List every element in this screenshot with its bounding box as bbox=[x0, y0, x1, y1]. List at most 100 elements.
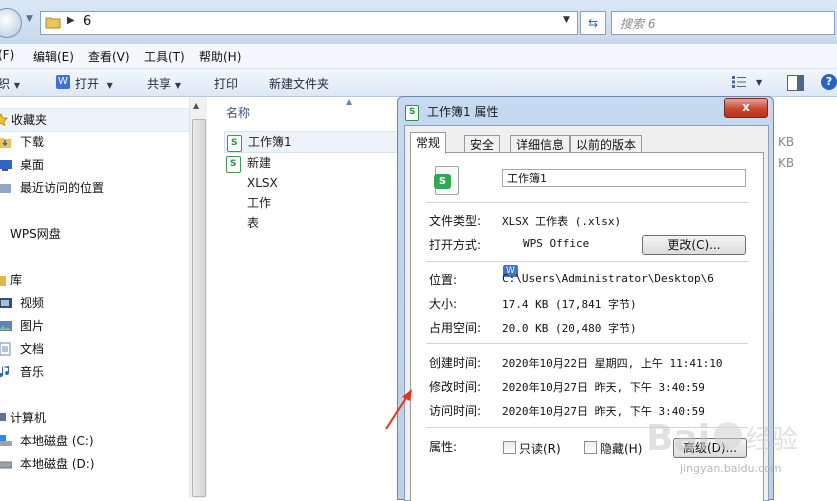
menu-view[interactable]: 查看(V) bbox=[88, 48, 130, 65]
downloads-folder-icon bbox=[0, 138, 11, 148]
nav-music-label: 音乐 bbox=[20, 365, 45, 379]
wps-icon: W bbox=[56, 75, 70, 89]
view-dropdown-icon[interactable]: ▼ bbox=[756, 78, 762, 87]
file-size-suffix: KB bbox=[778, 156, 795, 170]
file-name: 工作簿1 bbox=[248, 135, 292, 149]
history-dropdown-icon[interactable]: ▼ bbox=[26, 14, 33, 24]
open-button[interactable]: 打开 ▼ bbox=[75, 75, 113, 92]
sort-ascending-icon: ▲ bbox=[346, 97, 353, 106]
folder-icon bbox=[45, 17, 61, 29]
location-value: C:\Users\Administrator\Desktop\6 bbox=[502, 272, 714, 285]
nav-wps-drive-label: WPS网盘 bbox=[10, 227, 61, 241]
command-bar: 织 ▼ W 打开 ▼ 共享 ▼ 打印 新建文件夹 ▼ ? bbox=[0, 69, 837, 97]
nav-drive-c-label: 本地磁盘 (C:) bbox=[20, 434, 94, 448]
new-folder-button[interactable]: 新建文件夹 bbox=[269, 75, 329, 92]
scroll-up-icon[interactable]: ▲ bbox=[193, 101, 199, 110]
readonly-label[interactable]: 只读(R) bbox=[519, 440, 561, 457]
video-icon bbox=[0, 298, 12, 308]
change-button[interactable]: 更改(C)... bbox=[642, 235, 746, 255]
menu-bar: (F) 编辑(E) 查看(V) 工具(T) 帮助(H) bbox=[0, 44, 837, 69]
wps-spreadsheet-badge-icon: S bbox=[434, 174, 451, 189]
size-value: 17.4 KB (17,841 字节) bbox=[502, 298, 637, 311]
created-label: 创建时间: bbox=[429, 356, 482, 370]
baidu-jingyan-watermark-logo: Bai 经验 bbox=[646, 418, 798, 459]
nav-drive-d-label: 本地磁盘 (D:) bbox=[20, 457, 95, 471]
dialog-title: 工作簿1 属性 bbox=[427, 105, 499, 119]
modified-label: 修改时间: bbox=[429, 380, 482, 394]
chevron-down-icon: ▼ bbox=[106, 81, 113, 90]
readonly-checkbox[interactable] bbox=[503, 441, 516, 454]
computer-icon bbox=[0, 413, 6, 421]
navigation-pane: 收藏夹 下载 桌面 最近访问的位置 WPS网盘 库 视频 图片 文档 音乐 计算… bbox=[0, 97, 189, 498]
refresh-button[interactable]: ⇆ bbox=[580, 11, 606, 35]
share-label: 共享 bbox=[147, 77, 172, 91]
nav-desktop-label: 桌面 bbox=[20, 158, 45, 172]
column-header-name[interactable]: 名称 bbox=[226, 104, 250, 121]
search-placeholder: 搜索 6 bbox=[620, 17, 656, 31]
opens-with-value: WPS Office bbox=[523, 237, 590, 250]
menu-file[interactable]: (F) bbox=[0, 48, 14, 62]
file-type-label: 文件类型: bbox=[429, 214, 482, 228]
xlsx-file-icon bbox=[226, 156, 241, 173]
organize-label: 织 bbox=[0, 77, 11, 91]
document-icon bbox=[0, 342, 11, 356]
nav-libraries-label: 库 bbox=[10, 273, 23, 287]
back-button[interactable] bbox=[0, 8, 22, 38]
help-icon[interactable]: ? bbox=[821, 74, 837, 90]
close-button[interactable]: x bbox=[724, 98, 768, 118]
divider bbox=[426, 202, 748, 203]
size-label: 大小: bbox=[429, 297, 458, 311]
picture-icon bbox=[0, 321, 12, 331]
created-value: 2020年10月22日 星期四, 上午 11:41:10 bbox=[502, 357, 723, 370]
menu-edit[interactable]: 编辑(E) bbox=[33, 48, 74, 65]
drive-icon bbox=[0, 461, 12, 469]
nav-computer-label: 计算机 bbox=[10, 411, 47, 425]
xlsx-file-icon bbox=[405, 105, 419, 121]
view-options-icon[interactable] bbox=[732, 76, 746, 88]
open-label: 打开 bbox=[75, 77, 100, 91]
location-label: 位置: bbox=[429, 273, 458, 287]
nav-recent-label: 最近访问的位置 bbox=[20, 181, 105, 195]
hidden-label[interactable]: 隐藏(H) bbox=[600, 440, 642, 457]
hidden-checkbox[interactable] bbox=[584, 441, 597, 454]
search-input[interactable]: 搜索 6 bbox=[611, 11, 835, 35]
address-bar: ▼ ▶ 6 ▼ ⇆ 搜索 6 bbox=[0, 0, 837, 45]
size-on-disk-value: 20.0 KB (20,480 字节) bbox=[502, 322, 637, 335]
file-type-value: XLSX 工作表 (.xlsx) bbox=[502, 215, 622, 228]
file-name: 新建 XLSX 工作表 bbox=[247, 156, 278, 230]
file-size-suffix: KB bbox=[778, 135, 795, 149]
chevron-down-icon: ▼ bbox=[13, 81, 20, 90]
desktop-icon bbox=[0, 160, 12, 171]
file-row[interactable]: 工作簿1 bbox=[224, 131, 406, 153]
scroll-thumb[interactable] bbox=[192, 119, 206, 497]
modified-value: 2020年10月27日 昨天, 下午 3:40:59 bbox=[502, 381, 705, 394]
nav-favorites-label: 收藏夹 bbox=[11, 113, 48, 127]
opens-with-label: 打开方式: bbox=[429, 238, 482, 252]
organize-button[interactable]: 织 ▼ bbox=[0, 75, 20, 92]
nav-pictures-label: 图片 bbox=[20, 319, 45, 333]
divider bbox=[426, 261, 748, 262]
file-name-field[interactable]: 工作簿1 bbox=[502, 169, 746, 187]
attributes-label: 属性: bbox=[429, 440, 458, 454]
library-icon bbox=[0, 276, 6, 286]
path-field[interactable]: ▶ 6 ▼ bbox=[40, 11, 578, 35]
tab-general[interactable]: 常规 bbox=[410, 132, 447, 154]
menu-help[interactable]: 帮助(H) bbox=[199, 48, 241, 65]
watermark-url: jingyan.baidu.com bbox=[680, 462, 782, 475]
nav-favorites[interactable]: 收藏夹 bbox=[0, 108, 189, 132]
system-drive-icon bbox=[0, 435, 12, 446]
size-on-disk-label: 占用空间: bbox=[429, 321, 482, 335]
share-button[interactable]: 共享 ▼ bbox=[147, 75, 181, 92]
preview-pane-icon[interactable] bbox=[787, 75, 804, 91]
nav-videos-label: 视频 bbox=[20, 296, 45, 310]
breadcrumb-current[interactable]: 6 bbox=[83, 14, 91, 29]
chevron-down-icon: ▼ bbox=[174, 81, 181, 90]
breadcrumb-arrow-icon[interactable]: ▶ bbox=[67, 15, 75, 26]
svg-text:经验: 经验 bbox=[746, 425, 798, 455]
nav-documents-label: 文档 bbox=[20, 342, 45, 356]
menu-tools[interactable]: 工具(T) bbox=[144, 48, 185, 65]
path-dropdown-icon[interactable]: ▼ bbox=[563, 15, 570, 25]
music-icon bbox=[0, 366, 10, 378]
print-button[interactable]: 打印 bbox=[214, 75, 238, 92]
nav-scrollbar[interactable]: ▲ bbox=[189, 97, 207, 498]
